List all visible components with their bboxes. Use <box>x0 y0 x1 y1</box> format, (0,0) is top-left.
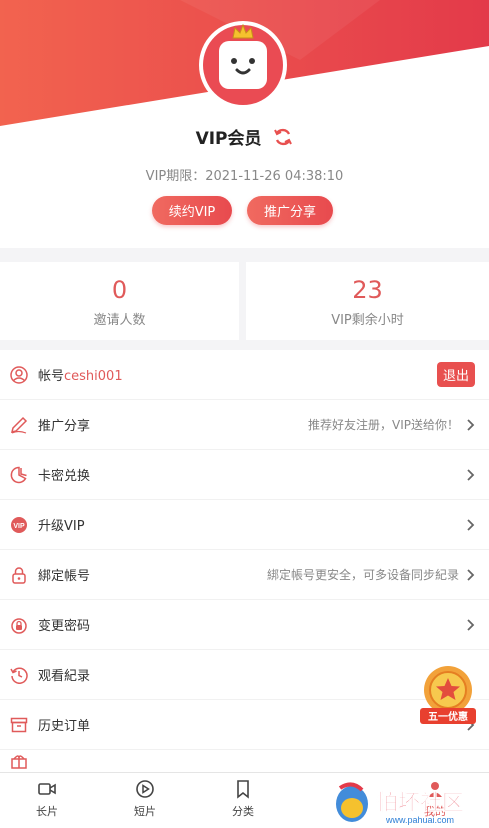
chevron-right-icon <box>467 568 475 581</box>
promo-badge[interactable]: 五一优惠 <box>418 664 478 726</box>
vip-title: VIP会员 <box>0 124 489 152</box>
menu-item-account: 帐号ceshi001 退出 <box>0 350 489 400</box>
vip-hours-value: 23 <box>352 275 383 304</box>
crown-icon <box>232 24 254 39</box>
play-icon <box>136 780 154 798</box>
upgrade-vip-label: 升级VIP <box>38 519 85 534</box>
watch-history-label: 观看紀录 <box>38 669 91 684</box>
bookmark-icon <box>237 780 249 799</box>
menu-item-order-history[interactable]: 历史订单 <box>0 700 489 750</box>
history-icon <box>10 666 28 684</box>
renew-vip-button[interactable]: 续约VIP <box>152 196 232 225</box>
gift-icon <box>10 752 28 770</box>
vip-expire-date: VIP期限：2021-11-26 04:38:10 <box>145 169 344 184</box>
lock-icon <box>10 566 28 584</box>
promo-badge-text: 五一优惠 <box>428 710 468 723</box>
refresh-icon[interactable] <box>273 127 293 152</box>
menu-item-partial <box>0 750 489 772</box>
card-redeem-label: 卡密兑换 <box>38 469 91 484</box>
tab-categories-label: 分类 <box>232 805 254 818</box>
account-menu: 帐号ceshi001 退出 推广分享 推荐好友注册，VIP送给你！ 卡密兑换 V… <box>0 350 489 772</box>
vip-hours-label: VIP剩余小时 <box>331 312 404 328</box>
lock-refresh-icon <box>10 616 28 634</box>
menu-item-card-redeem[interactable]: 卡密兑换 <box>0 450 489 500</box>
vip-hours-card: 23 VIP剩余小时 <box>246 262 489 340</box>
user-icon <box>10 365 28 384</box>
menu-item-promote[interactable]: 推广分享 推荐好友注册，VIP送给你！ <box>0 400 489 450</box>
pen-icon <box>10 416 28 434</box>
vip-header: VIP会员 VIP期限：2021-11-26 04:38:10 续约VIP 推广… <box>0 0 489 248</box>
chevron-right-icon <box>467 618 475 631</box>
invite-count-value: 0 <box>111 275 128 304</box>
box-icon <box>10 716 28 734</box>
tab-short-videos[interactable]: 短片 <box>120 779 170 823</box>
invite-count-card: 0 邀请人数 <box>0 262 239 340</box>
menu-item-watch-history[interactable]: 观看紀录 <box>0 650 489 700</box>
bind-account-hint: 綁定帳号更安全，可多设备同步紀录 <box>266 568 459 582</box>
chevron-right-icon <box>467 418 475 431</box>
change-password-label: 变更密码 <box>38 619 91 634</box>
vip-title-text: VIP会员 <box>195 129 262 149</box>
menu-item-change-password[interactable]: 变更密码 <box>0 600 489 650</box>
bind-account-label: 綁定帳号 <box>38 569 91 584</box>
logout-button[interactable]: 退出 <box>436 362 475 387</box>
watermark-logo: 怕坏社区 www.pahuai.com <box>336 782 464 825</box>
pie-icon <box>10 466 28 484</box>
promote-hint: 推荐好友注册，VIP送给你！ <box>308 418 459 432</box>
tab-categories[interactable]: 分类 <box>218 779 268 823</box>
menu-item-bind-account[interactable]: 綁定帳号 綁定帳号更安全，可多设备同步紀录 <box>0 550 489 600</box>
vip-icon: VIP <box>10 516 28 534</box>
robot-face-icon <box>219 41 267 89</box>
menu-item-upgrade-vip[interactable]: VIP 升级VIP <box>0 500 489 550</box>
watermark-title: 怕坏社区 <box>376 790 464 816</box>
account-name: ceshi001 <box>64 369 123 384</box>
chevron-right-icon <box>467 468 475 481</box>
chevron-right-icon <box>467 518 475 531</box>
account-label: 帐号ceshi001 <box>38 365 437 384</box>
promote-share-button[interactable]: 推广分享 <box>247 196 333 225</box>
tab-short-videos-label: 短片 <box>134 805 156 818</box>
tab-long-videos-label: 长片 <box>36 805 58 818</box>
account-prefix: 帐号 <box>38 369 65 384</box>
tab-long-videos[interactable]: 长片 <box>22 779 72 823</box>
watermark-url: www.pahuai.com <box>385 815 454 825</box>
video-icon <box>38 783 56 795</box>
svg-text:VIP: VIP <box>13 523 25 530</box>
order-history-label: 历史订单 <box>38 719 91 734</box>
promote-label: 推广分享 <box>38 419 91 434</box>
invite-count-label: 邀请人数 <box>93 312 146 328</box>
